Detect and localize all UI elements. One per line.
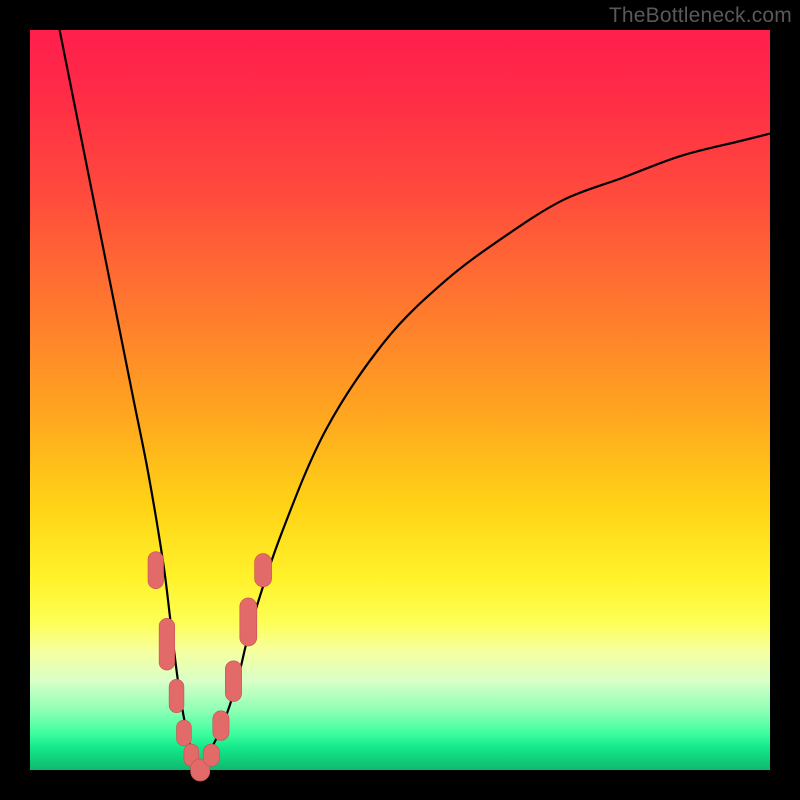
watermark-text: TheBottleneck.com [609,4,792,28]
curve-marker [255,554,272,587]
curve-marker [177,720,192,746]
chart-frame: TheBottleneck.com [0,0,800,800]
curve-layer [30,30,770,770]
curve-marker [213,711,229,741]
curve-marker [240,598,257,646]
curve-marker [148,552,164,589]
curve-marker [203,744,219,766]
curve-marker [169,679,184,712]
curve-marker [225,661,241,702]
curve-marker [159,618,175,670]
